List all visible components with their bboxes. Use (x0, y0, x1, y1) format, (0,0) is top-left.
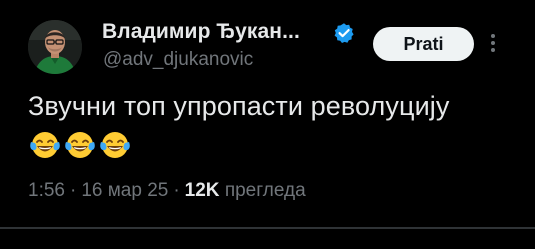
avatar-image (28, 20, 82, 74)
meta-separator: · (173, 180, 180, 201)
follow-button[interactable]: Prati (373, 27, 474, 61)
face-with-tears-of-joy-icon (30, 132, 60, 158)
face-with-tears-of-joy-icon (100, 132, 130, 158)
views-count: 12K (184, 180, 220, 201)
more-options-icon[interactable] (486, 30, 500, 56)
tweet-text: Звучни топ упропасти револуцију (28, 91, 450, 121)
face-with-tears-of-joy-icon (65, 132, 95, 158)
tweet-card: Владимир Ђукан... @adv_djukanovic Prati … (0, 0, 535, 249)
tweet-date[interactable]: 16 мар 25 (81, 180, 168, 201)
author-username[interactable]: @adv_djukanovic (103, 49, 253, 71)
emoji-row (28, 128, 132, 162)
verified-badge-icon (334, 23, 354, 43)
meta-separator: · (69, 180, 77, 201)
views-label: прегледа (224, 180, 306, 201)
divider (0, 227, 535, 229)
tweet-time[interactable]: 1:56 (28, 180, 65, 201)
tweet-meta: 1:56 · 16 мар 25 · 12K прегледа (28, 180, 306, 202)
author-display-name[interactable]: Владимир Ђукан... (102, 20, 300, 44)
avatar[interactable] (28, 20, 82, 74)
